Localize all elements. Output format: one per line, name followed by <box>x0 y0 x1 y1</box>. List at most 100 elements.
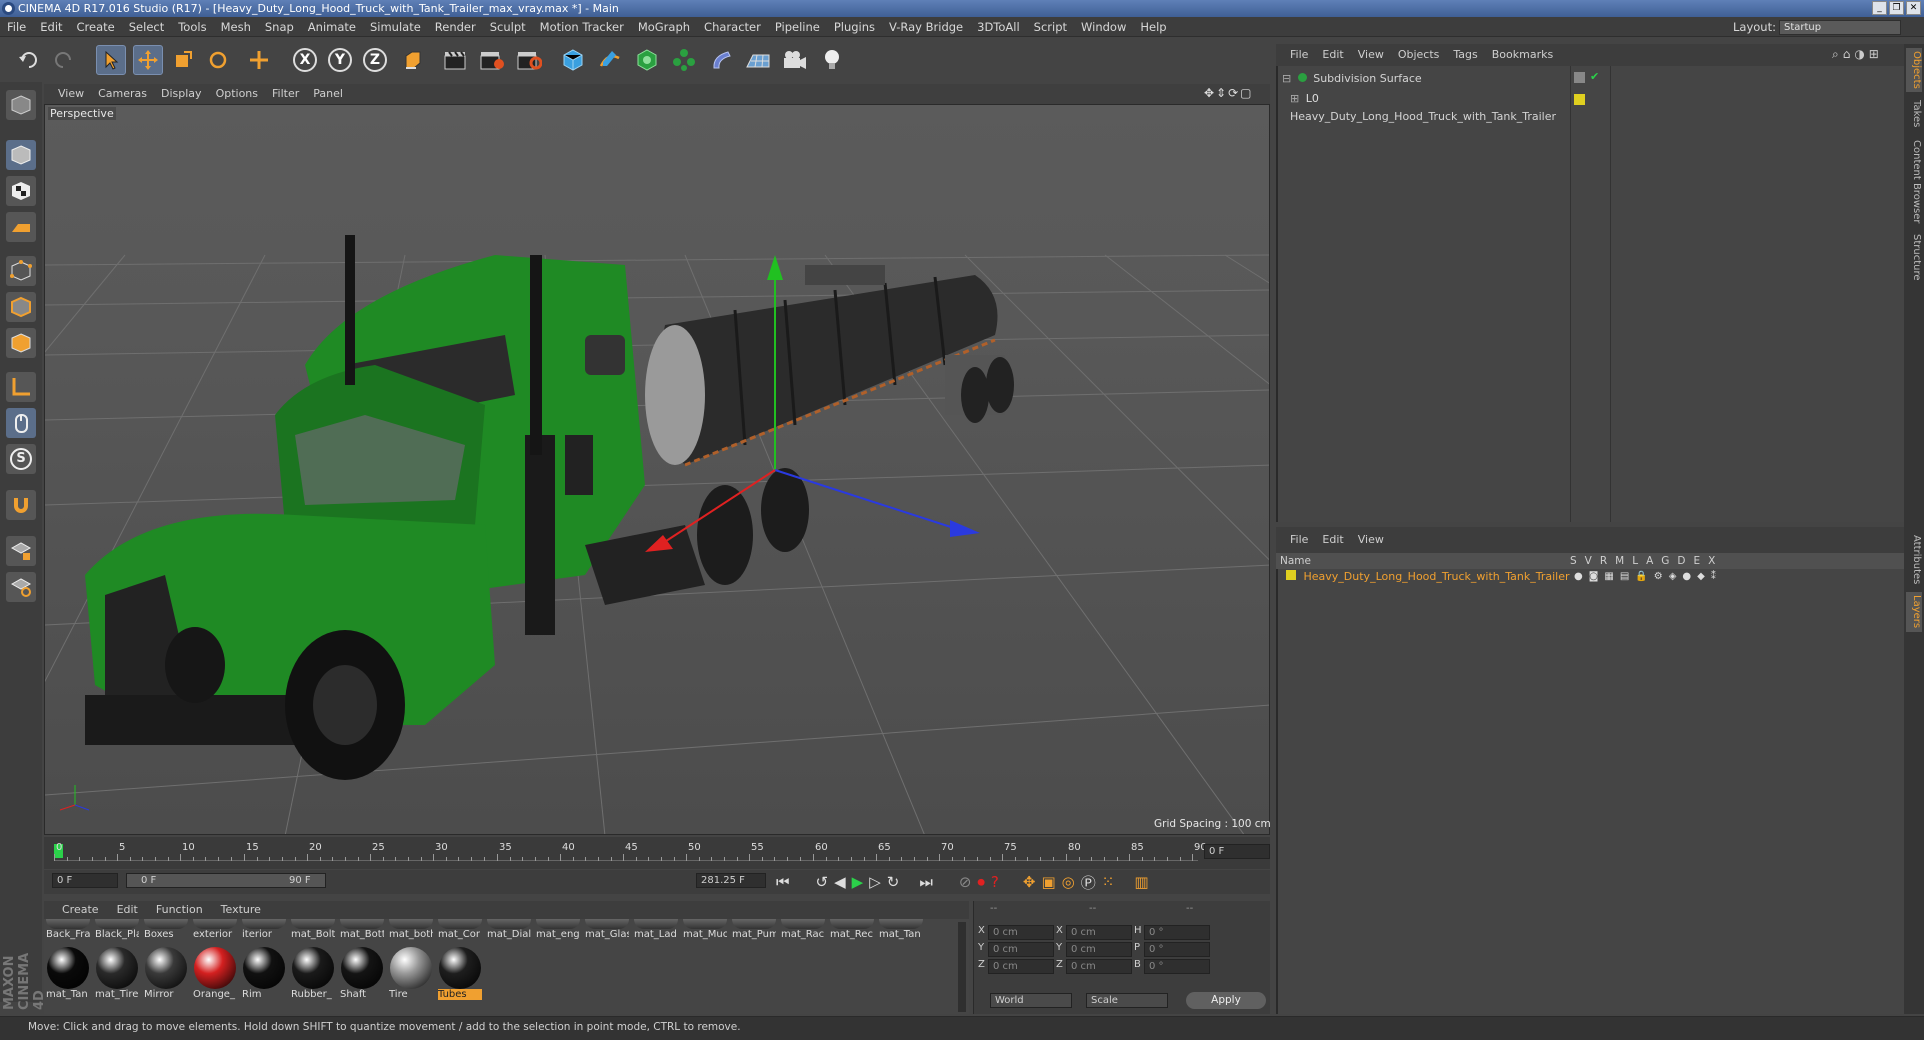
material-swatch[interactable]: mat_Glas <box>585 919 629 945</box>
material-swatch[interactable]: Back_Fra <box>46 919 90 945</box>
material-swatch[interactable]: Tire <box>389 947 433 1000</box>
layer-menu-edit[interactable]: Edit <box>1322 527 1343 553</box>
material-swatch[interactable]: mat_Pum <box>732 919 776 945</box>
tab-attributes[interactable]: Attributes <box>1906 534 1922 586</box>
model-mode-button[interactable] <box>6 140 36 170</box>
coordinate-value-field[interactable]: 0 ° <box>1144 959 1210 974</box>
viewport-menu-cameras[interactable]: Cameras <box>98 84 147 104</box>
menu-character[interactable]: Character <box>697 17 768 37</box>
menu-pipeline[interactable]: Pipeline <box>768 17 827 37</box>
layer-flag-toggles[interactable]: ●◙▦▤🔒⚙◈●◆⁑ <box>1574 571 1722 582</box>
material-menu-edit[interactable]: Edit <box>117 901 138 919</box>
add-camera-button[interactable] <box>780 45 810 75</box>
add-generator-button[interactable] <box>632 45 662 75</box>
timeline-window-icon[interactable]: ▥ <box>1134 873 1148 891</box>
select-tool-button[interactable] <box>96 45 126 75</box>
material-swatch[interactable]: mat_Rec <box>830 919 874 945</box>
lock-z-axis-button[interactable]: Z <box>360 45 390 75</box>
object-menu-objects[interactable]: Objects <box>1398 44 1440 66</box>
render-picture-viewer-button[interactable] <box>477 45 507 75</box>
rotate-tool-button[interactable] <box>203 45 233 75</box>
viewport-nav-icons[interactable]: ✥⇕⟳▢ <box>1204 86 1254 100</box>
material-menu-function[interactable]: Function <box>156 901 203 919</box>
coordinate-system-button[interactable] <box>398 45 428 75</box>
points-mode-button[interactable] <box>6 256 36 286</box>
editor-visibility-icon[interactable] <box>1574 72 1585 83</box>
material-swatch[interactable]: mat_Tan <box>46 947 90 1000</box>
menu-script[interactable]: Script <box>1027 17 1074 37</box>
material-menu-texture[interactable]: Texture <box>221 901 261 919</box>
object-menu-bookmarks[interactable]: Bookmarks <box>1492 44 1553 66</box>
polygons-mode-button[interactable] <box>6 328 36 358</box>
enabled-check-icon[interactable]: ✔ <box>1590 70 1599 83</box>
key-position-icon[interactable]: ✥ <box>1023 873 1036 891</box>
axis-mode-button[interactable] <box>6 372 36 402</box>
layer-color-icon[interactable] <box>1574 94 1585 105</box>
autokey-icon[interactable]: ? <box>991 873 999 891</box>
key-param-icon[interactable]: Ⓟ <box>1081 872 1096 893</box>
menu-animate[interactable]: Animate <box>301 17 363 37</box>
menu-mesh[interactable]: Mesh <box>214 17 258 37</box>
key-scale-icon[interactable]: ▣ <box>1041 873 1055 891</box>
menu-window[interactable]: Window <box>1074 17 1133 37</box>
undo-button[interactable] <box>14 45 44 75</box>
material-scrollbar[interactable] <box>958 922 966 1012</box>
workplane-mode-button[interactable] <box>6 212 36 242</box>
tab-content-browser[interactable]: Content Browser <box>1906 138 1922 226</box>
material-swatch[interactable]: mat_both <box>389 919 433 945</box>
layout-dropdown[interactable]: Startup <box>1779 20 1901 35</box>
material-swatch[interactable]: iterior <box>242 919 286 945</box>
viewport-menu-display[interactable]: Display <box>161 84 202 104</box>
tab-takes[interactable]: Takes <box>1906 96 1922 132</box>
material-swatch[interactable]: Orange_ <box>193 947 237 1000</box>
layer-color-swatch[interactable] <box>1286 570 1296 580</box>
menu-file[interactable]: File <box>0 17 33 37</box>
texture-mode-button[interactable] <box>6 176 36 206</box>
material-swatch[interactable]: mat_Rac <box>781 919 825 945</box>
material-swatch[interactable]: Rim <box>242 947 286 1000</box>
viewport-menu-options[interactable]: Options <box>216 84 258 104</box>
expand-icon[interactable]: ⊟ <box>1282 72 1291 85</box>
menu-plugins[interactable]: Plugins <box>827 17 882 37</box>
coordinate-value-field[interactable]: 0 cm <box>1066 942 1132 957</box>
viewport-menu-filter[interactable]: Filter <box>272 84 299 104</box>
tab-objects[interactable]: Objects <box>1906 48 1922 92</box>
menu-edit[interactable]: Edit <box>33 17 69 37</box>
menu-tools[interactable]: Tools <box>171 17 213 37</box>
timeline-ruler[interactable]: 0 5 10 15 20 25 30 35 40 45 50 55 60 65 70 75 80 85 90 <box>54 840 1207 866</box>
coordinate-value-field[interactable]: 0 ° <box>1144 942 1210 957</box>
expand-icon[interactable]: ⊞ <box>1290 92 1299 105</box>
layer-menu-view[interactable]: View <box>1358 527 1384 553</box>
next-key-icon[interactable]: ↻ <box>887 873 900 891</box>
material-swatch[interactable]: Boxes <box>144 919 188 945</box>
object-row-subdivision[interactable]: ⊟ Subdivision Surface <box>1282 70 1572 88</box>
key-rotation-icon[interactable]: ◎ <box>1062 873 1075 891</box>
coordinate-value-field[interactable]: 0 ° <box>1144 925 1210 940</box>
material-swatch[interactable]: mat_Lad <box>634 919 678 945</box>
go-to-start-icon[interactable]: ⏮ <box>776 873 790 891</box>
key-pla-icon[interactable]: ⁙ <box>1102 873 1115 891</box>
object-manager-nav-icons[interactable]: ⌕⌂◑⊞ <box>1832 47 1883 62</box>
coordinate-value-field[interactable]: 0 cm <box>988 959 1054 974</box>
material-swatch[interactable]: Shaft <box>340 947 384 1000</box>
material-swatch[interactable]: mat_Tire <box>95 947 139 1000</box>
record-disabled-icon[interactable]: ⊘ <box>959 873 972 891</box>
lock-x-axis-button[interactable]: X <box>290 45 320 75</box>
make-editable-button[interactable] <box>6 90 36 120</box>
coordinate-space-dropdown[interactable]: World <box>990 993 1072 1008</box>
material-swatch[interactable]: exterior <box>193 919 237 945</box>
go-to-end-icon[interactable]: ⏭ <box>919 873 933 891</box>
coordinate-value-field[interactable]: 0 cm <box>988 925 1054 940</box>
restore-icon[interactable]: ❐ <box>1889 1 1904 15</box>
menu-vray-bridge[interactable]: V-Ray Bridge <box>882 17 970 37</box>
material-swatch[interactable]: mat_Bott <box>340 919 384 945</box>
redo-button[interactable] <box>48 45 78 75</box>
material-swatch[interactable]: Rubber_ <box>291 947 335 1000</box>
step-forward-icon[interactable]: ▷ <box>869 873 881 891</box>
add-mograph-button[interactable] <box>669 45 699 75</box>
coordinate-value-field[interactable]: 0 cm <box>988 942 1054 957</box>
material-swatch[interactable]: Mirror <box>144 947 188 1000</box>
layer-row[interactable]: Heavy_Duty_Long_Hood_Truck_with_Tank_Tra… <box>1286 568 1576 586</box>
scale-tool-button[interactable] <box>168 45 198 75</box>
snap-button[interactable]: S <box>6 444 36 474</box>
